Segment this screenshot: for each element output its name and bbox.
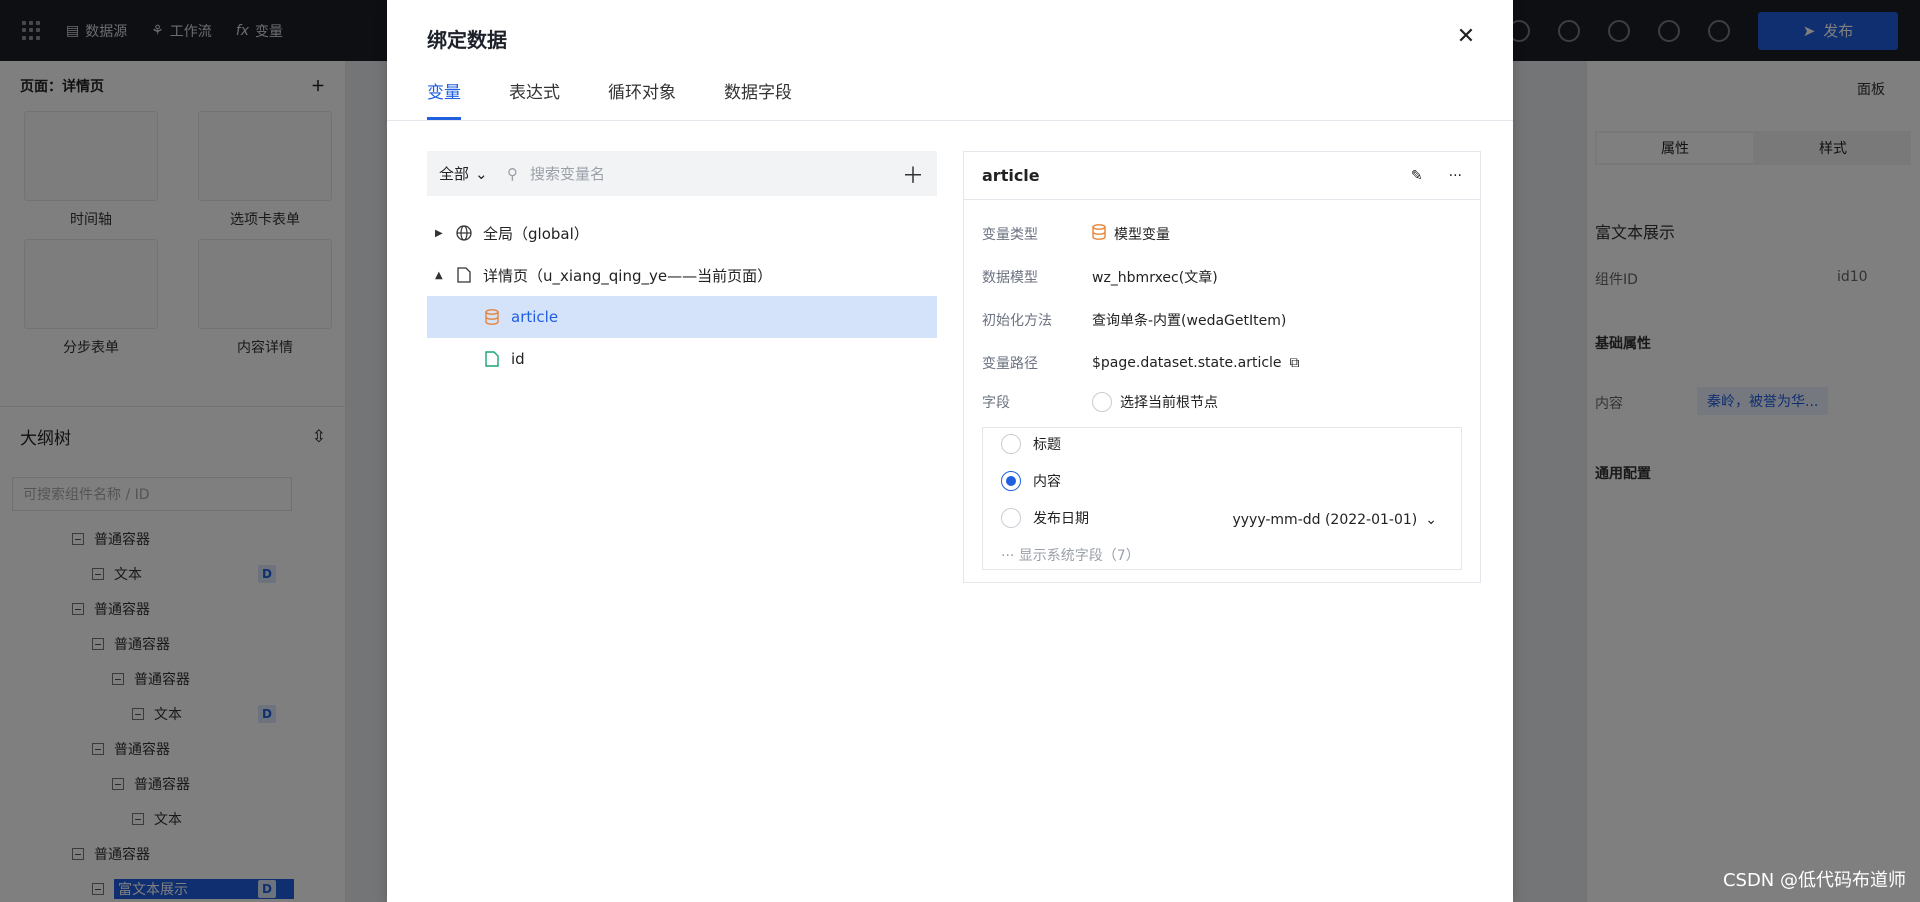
search-icon: ⚲	[507, 164, 518, 183]
tree-node-global[interactable]: ▶ 全局（global）	[427, 212, 937, 254]
variable-detail-panel: article ✎ ··· 变量类型 模型变量 数据模型 wz_hbmrxec(…	[963, 151, 1481, 583]
detail-row-path: 变量路径 $page.dataset.state.article ⧉	[982, 353, 1300, 373]
detail-key: 变量类型	[982, 227, 1038, 243]
copy-icon[interactable]: ⧉	[1290, 355, 1300, 371]
detail-value: 查询单条-内置(wedaGetItem)	[1092, 313, 1287, 329]
chevron-down-icon: ⌄	[475, 164, 488, 183]
more-icon[interactable]: ···	[1449, 168, 1462, 184]
watermark-text: CSDN @低代码布道师	[1722, 870, 1906, 891]
variable-search-input[interactable]: ⚲ 搜索变量名	[507, 163, 901, 184]
field-option-title[interactable]: 标题	[1001, 434, 1061, 454]
detail-value: $page.dataset.state.article	[1092, 355, 1282, 371]
tree-node-label: 详情页（u_xiang_qing_ye——当前页面）	[483, 266, 773, 285]
variable-tree: ▶ 全局（global） ▲ 详情页（u_xiang_qing_ye——当前页面…	[427, 212, 937, 380]
field-radio[interactable]	[1001, 471, 1021, 491]
tabs-divider	[387, 120, 1513, 121]
field-label: 标题	[1033, 437, 1061, 453]
close-icon[interactable]: ✕	[1453, 24, 1479, 50]
scope-filter-dropdown[interactable]: 全部 ⌄	[439, 163, 507, 184]
detail-key: 数据模型	[982, 270, 1038, 286]
detail-value: 模型变量	[1114, 227, 1170, 243]
database-icon	[483, 308, 501, 326]
field-radio[interactable]	[1001, 434, 1021, 454]
chevron-down-icon: ⌄	[1425, 512, 1437, 528]
page-icon	[455, 266, 473, 284]
tab-variables[interactable]: 变量	[427, 78, 461, 120]
detail-row-field: 字段 选择当前根节点	[982, 392, 1218, 412]
edit-icon[interactable]: ✎	[1411, 168, 1423, 184]
tree-node-label: id	[511, 350, 525, 368]
globe-icon	[455, 224, 473, 242]
date-format-value: yyyy-mm-dd (2022-01-01)	[1232, 512, 1418, 528]
search-placeholder: 搜索变量名	[530, 165, 606, 183]
field-option-date[interactable]: 发布日期	[1001, 508, 1089, 528]
database-icon	[1092, 224, 1106, 244]
tree-node-article[interactable]: article	[427, 296, 937, 338]
tree-node-page[interactable]: ▲ 详情页（u_xiang_qing_ye——当前页面）	[427, 254, 937, 296]
detail-value: wz_hbmrxec(文章)	[1092, 270, 1218, 286]
tab-expression[interactable]: 表达式	[509, 78, 560, 120]
detail-actions: ✎ ···	[1411, 168, 1462, 184]
scope-filter-label: 全部	[439, 165, 470, 183]
detail-row-model: 数据模型 wz_hbmrxec(文章)	[982, 267, 1218, 287]
detail-key: 字段	[982, 395, 1010, 411]
bind-data-dialog: 绑定数据 ✕ 变量 表达式 循环对象 数据字段 全部 ⌄ ⚲ 搜索变量名 ＋ ▶ 全…	[387, 0, 1513, 902]
caret-down-icon[interactable]: ▲	[435, 270, 447, 281]
caret-right-icon[interactable]: ▶	[435, 228, 447, 239]
file-icon	[483, 350, 501, 368]
variable-search-bar: 全部 ⌄ ⚲ 搜索变量名 ＋	[427, 151, 937, 196]
field-radio[interactable]	[1001, 508, 1021, 528]
field-list: 标题 内容 发布日期 yyyy-mm-dd (2022-01-01) ⌄ ··· …	[982, 427, 1462, 570]
tree-node-id[interactable]: id	[427, 338, 937, 380]
variable-list-panel: 全部 ⌄ ⚲ 搜索变量名 ＋ ▶ 全局（global） ▲ 详情页（u_xiang_…	[427, 151, 937, 380]
dialog-tabs: 变量 表达式 循环对象 数据字段	[427, 78, 792, 120]
detail-row-type: 变量类型 模型变量	[982, 224, 1170, 244]
detail-row-init: 初始化方法 查询单条-内置(wedaGetItem)	[982, 310, 1286, 330]
variable-name: article	[982, 166, 1040, 185]
tree-node-label: article	[511, 308, 559, 326]
root-node-radio[interactable]	[1092, 392, 1112, 412]
field-option-content[interactable]: 内容	[1001, 471, 1061, 491]
detail-header: article ✎ ···	[964, 152, 1480, 200]
tab-data-field[interactable]: 数据字段	[724, 78, 792, 120]
field-label: 发布日期	[1033, 511, 1089, 527]
detail-key: 初始化方法	[982, 313, 1052, 329]
detail-key: 变量路径	[982, 356, 1038, 372]
tab-loop-object[interactable]: 循环对象	[608, 78, 676, 120]
add-variable-button[interactable]: ＋	[901, 158, 925, 190]
date-format-select[interactable]: yyyy-mm-dd (2022-01-01) ⌄	[1232, 512, 1437, 528]
show-system-fields-link[interactable]: ··· 显示系统字段（7）	[1001, 545, 1140, 565]
detail-value: 选择当前根节点	[1120, 395, 1218, 411]
tree-node-label: 全局（global）	[483, 224, 589, 243]
dialog-title: 绑定数据	[427, 28, 507, 52]
field-label: 内容	[1033, 474, 1061, 490]
